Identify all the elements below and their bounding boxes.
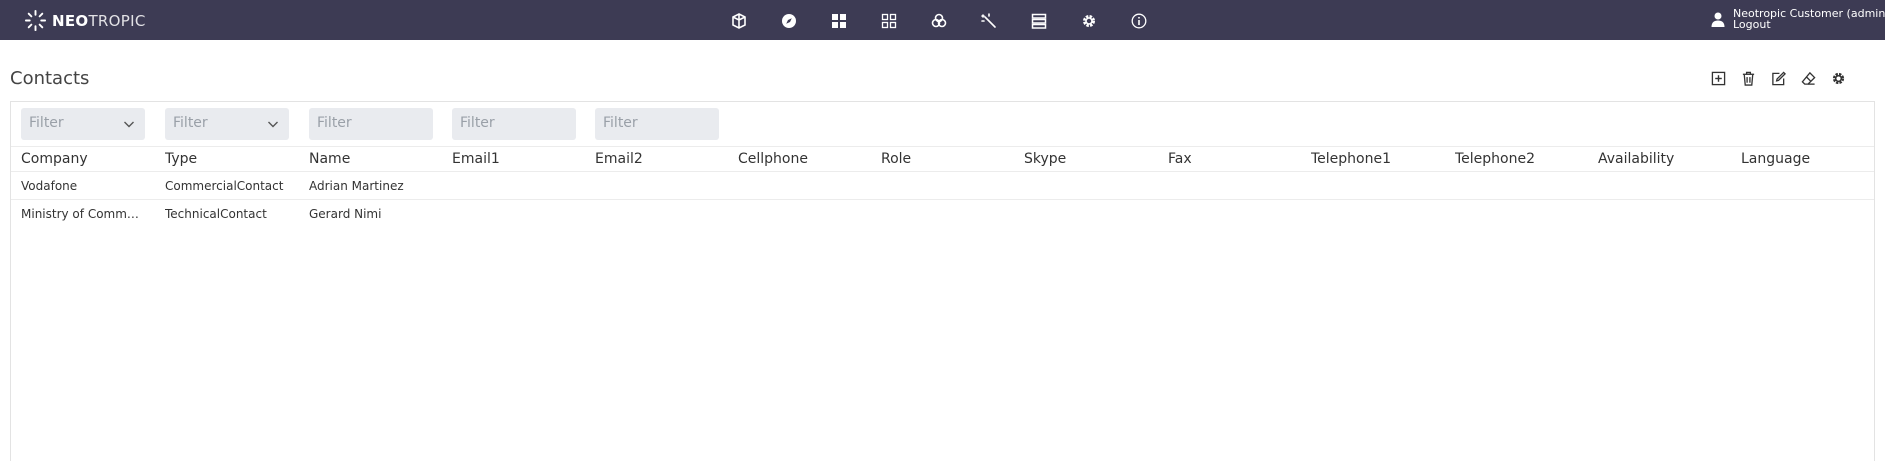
add-button[interactable] [1703,69,1733,87]
column-header[interactable]: Cellphone [738,151,868,167]
filter-placeholder: Filter [29,115,64,131]
table-header: Company Type Name Email1 Email2 Cellphon… [11,146,1874,172]
nav-settings[interactable] [1064,10,1114,32]
column-header[interactable]: Fax [1168,151,1298,167]
user-icon [1711,12,1725,27]
logo[interactable]: NEOTROPIC [24,9,146,32]
cell-name: Gerard Nimi [309,207,382,221]
components-icon [931,13,947,28]
filter-placeholder: Filter [603,115,638,131]
module-grid-icon [881,13,897,29]
column-header[interactable]: Skype [1024,151,1154,167]
table-settings-button[interactable] [1823,69,1853,87]
table-row[interactable]: Vodafone CommercialContact Adrian Martin… [11,172,1874,200]
logo-sun-icon [24,9,47,32]
top-bar: NEOTROPIC Neotropic Customer (admin) Log… [0,0,1885,40]
settings-icon [1083,15,1095,27]
column-header[interactable]: Type [165,151,295,167]
nav-modules[interactable] [864,10,914,32]
action-toolbar [1703,69,1853,87]
page-title: Contacts [10,68,90,89]
add-icon [1711,71,1725,85]
nav-magic[interactable] [964,10,1014,32]
column-header[interactable]: Name [309,151,439,167]
cell-type: CommercialContact [165,179,284,193]
filter-email1[interactable]: Filter [452,108,576,140]
filter-name[interactable]: Filter [309,108,433,140]
nav-components[interactable] [914,10,964,32]
filter-email2[interactable]: Filter [595,108,719,140]
delete-icon [1742,71,1754,86]
cell-type: TechnicalContact [165,207,267,221]
filter-company[interactable]: Filter [21,108,145,140]
list-icon [1031,13,1047,29]
edit-icon [1771,70,1786,85]
column-header[interactable]: Availability [1598,151,1728,167]
clear-button[interactable] [1793,69,1823,87]
column-header[interactable]: Telephone2 [1455,151,1585,167]
cell-company: Vodafone [21,179,78,193]
eraser-icon [1801,71,1816,85]
column-header[interactable]: Email2 [595,151,725,167]
nav-compass[interactable] [764,10,814,32]
table-row[interactable]: Ministry of Communications TechnicalCont… [11,200,1874,228]
box-3d-icon [732,13,746,29]
cell-name: Adrian Martinez [309,179,404,193]
nav-dashboard[interactable] [814,10,864,32]
settings-icon [1832,72,1844,84]
column-header[interactable]: Company [21,151,151,167]
filter-placeholder: Filter [317,115,352,131]
compass-icon [782,14,796,28]
nav-box-3d[interactable] [714,10,764,32]
filter-placeholder: Filter [460,115,495,131]
logo-text: NEOTROPIC [52,11,146,30]
edit-button[interactable] [1763,69,1793,87]
chevron-down-icon [268,121,278,128]
user-menu: Neotropic Customer (admin) Logout [1710,8,1885,30]
main-nav [714,10,1164,32]
contacts-grid: Filter Filter Filter Filter Filter Compa… [10,101,1875,461]
column-header[interactable]: Telephone1 [1311,151,1441,167]
cell-company: Ministry of Communications [21,207,141,221]
delete-button[interactable] [1733,69,1763,87]
magic-wand-icon [981,13,996,28]
filter-type[interactable]: Filter [165,108,289,140]
nav-list[interactable] [1014,10,1064,32]
filter-placeholder: Filter [173,115,208,131]
dashboard-grid-icon [832,14,846,28]
column-header[interactable]: Language [1741,151,1871,167]
column-header[interactable]: Email1 [452,151,582,167]
info-icon [1131,13,1147,29]
nav-info[interactable] [1114,10,1164,32]
chevron-down-icon [124,121,134,128]
logout-link[interactable]: Logout [1733,19,1885,30]
column-header[interactable]: Role [881,151,1011,167]
